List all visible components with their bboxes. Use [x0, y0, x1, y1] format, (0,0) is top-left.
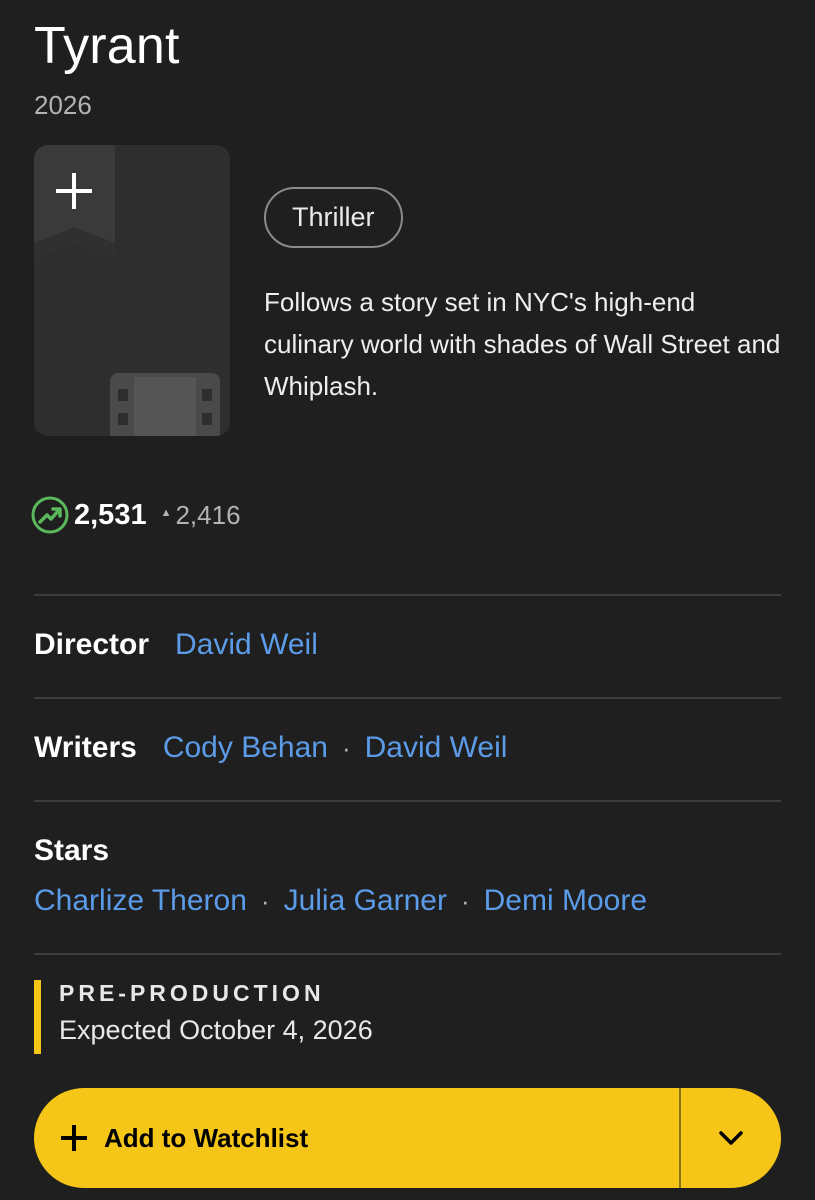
stars-row: Charlize Theron · Julia Garner · Demi Mo… [34, 884, 647, 918]
production-status: PRE-PRODUCTION Expected October 4, 2026 [34, 980, 373, 1054]
writers-label: Writers [34, 731, 137, 764]
up-triangle-icon: ▲ [160, 507, 172, 519]
title-detail-page: Tyrant 2026 Thriller Follows a story set… [0, 0, 815, 1200]
add-to-watchlist-label: Add to Watchlist [104, 1122, 309, 1153]
popularity-meter[interactable]: 2,531 ▲ 2,416 [30, 495, 241, 535]
writer-link[interactable]: David Weil [365, 731, 508, 765]
divider [34, 953, 781, 955]
writer-link[interactable]: Cody Behan [163, 731, 328, 765]
production-stage: PRE-PRODUCTION [59, 980, 325, 1006]
divider [34, 697, 781, 699]
separator-dot: · [260, 886, 270, 916]
release-year: 2026 [34, 90, 92, 120]
watchlist-button-group: Add to Watchlist [34, 1088, 781, 1188]
star-link[interactable]: Charlize Theron [34, 884, 247, 918]
writers-row: Writers Cody Behan · David Weil [34, 731, 507, 765]
trending-up-icon [31, 496, 69, 534]
popularity-change-value: 2,416 [175, 499, 241, 530]
director-label: Director [34, 628, 150, 661]
star-link[interactable]: Demi Moore [484, 884, 647, 918]
page-title: Tyrant [34, 17, 180, 75]
separator-dot: · [460, 886, 470, 916]
expected-release-date: Expected October 4, 2026 [59, 1015, 373, 1045]
popularity-rank: 2,531 [74, 498, 147, 531]
director-link[interactable]: David Weil [175, 628, 318, 662]
watchlist-options-button[interactable] [681, 1088, 781, 1188]
stars-label: Stars [34, 834, 110, 867]
plot-summary: Follows a story set in NYC's high-end cu… [264, 287, 781, 401]
popularity-change: ▲ 2,416 [161, 500, 241, 531]
add-to-watchlist-button[interactable]: Add to Watchlist [34, 1088, 679, 1188]
genre-chip[interactable]: Thriller [264, 187, 403, 248]
star-link[interactable]: Julia Garner [284, 884, 447, 918]
director-row: Director David Weil [34, 628, 318, 662]
add-to-watchlist-ribbon[interactable] [34, 145, 115, 260]
chevron-down-icon [719, 1131, 743, 1145]
plus-icon [61, 1125, 87, 1151]
poster-placeholder[interactable] [34, 145, 230, 436]
separator-dot: · [341, 733, 351, 763]
divider [34, 800, 781, 802]
film-reel-icon [110, 373, 220, 436]
divider [34, 594, 781, 596]
